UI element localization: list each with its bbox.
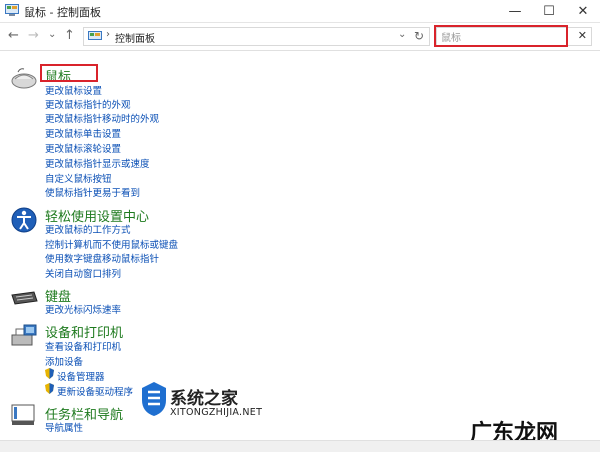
link-numpad-mouse-keys[interactable]: 使用数字键盘移动鼠标指针: [45, 251, 159, 265]
maximize-button[interactable]: ☐: [532, 0, 566, 22]
minimize-button[interactable]: —: [498, 0, 532, 22]
address-bar[interactable]: › 控制面板 ⌄ ↻: [83, 27, 430, 46]
link-change-pointer-appearance[interactable]: 更改鼠标指针的外观: [45, 97, 131, 111]
link-update-device-drivers[interactable]: 更新设备驱动程序: [57, 384, 133, 398]
link-view-devices-printers[interactable]: 查看设备和打印机: [45, 339, 121, 353]
horizontal-scrollbar[interactable]: [0, 440, 600, 452]
up-button[interactable]: ↑: [64, 28, 75, 43]
link-change-wheel-settings[interactable]: 更改鼠标滚轮设置: [45, 141, 121, 155]
uac-shield-icon: [45, 368, 54, 379]
breadcrumb-separator[interactable]: ›: [106, 29, 110, 40]
control-panel-icon: [88, 31, 102, 40]
breadcrumb-control-panel[interactable]: 控制面板: [115, 30, 155, 45]
link-pointer-easier-to-see[interactable]: 使鼠标指针更易于看到: [45, 185, 140, 199]
window-title: 鼠标 - 控制面板: [24, 6, 101, 19]
title-bar: 鼠标 - 控制面板 — ☐ ✕: [0, 0, 600, 23]
forward-button[interactable]: →: [28, 28, 39, 43]
refresh-button[interactable]: ↻: [414, 29, 424, 43]
link-device-manager[interactable]: 设备管理器: [57, 369, 105, 383]
link-change-mouse-settings[interactable]: 更改鼠标设置: [45, 83, 102, 97]
link-change-mouse-works[interactable]: 更改鼠标的工作方式: [45, 222, 131, 236]
search-highlight-box: [434, 25, 568, 47]
link-navigation-properties[interactable]: 导航属性: [45, 420, 83, 434]
mouse-icon: [11, 68, 37, 89]
taskbar-navigation-icon: [11, 404, 35, 425]
recent-dropdown-button[interactable]: ⌄: [48, 29, 56, 40]
xitongzhijia-logo-icon: [142, 382, 166, 416]
link-change-pointer-speed[interactable]: 更改鼠标指针显示或速度: [45, 156, 150, 170]
watermark-subtitle: XITONGZHIJIA.NET: [170, 407, 263, 418]
back-button[interactable]: ←: [8, 28, 19, 43]
uac-shield-icon: [45, 383, 54, 394]
watermark-title: 系统之家: [170, 389, 238, 409]
link-cursor-blink-rate[interactable]: 更改光标闪烁速率: [45, 302, 121, 316]
devices-printers-icon: [11, 324, 37, 346]
control-panel-icon: [5, 4, 19, 16]
address-dropdown-button[interactable]: ⌄: [398, 29, 406, 40]
close-button[interactable]: ✕: [566, 0, 600, 22]
clear-search-button[interactable]: ✕: [578, 29, 587, 42]
ease-of-access-icon: [11, 207, 37, 233]
link-add-device[interactable]: 添加设备: [45, 354, 83, 368]
mouse-heading-highlight-box: [40, 64, 98, 82]
link-disable-auto-arrange[interactable]: 关闭自动窗口排列: [45, 266, 121, 280]
keyboard-icon: [11, 291, 38, 305]
link-customize-buttons[interactable]: 自定义鼠标按钮: [45, 171, 112, 185]
link-control-without-mouse[interactable]: 控制计算机而不使用鼠标或键盘: [45, 237, 178, 251]
link-change-pointer-moving-appearance[interactable]: 更改鼠标指针移动时的外观: [45, 111, 159, 125]
link-change-click-settings[interactable]: 更改鼠标单击设置: [45, 126, 121, 140]
